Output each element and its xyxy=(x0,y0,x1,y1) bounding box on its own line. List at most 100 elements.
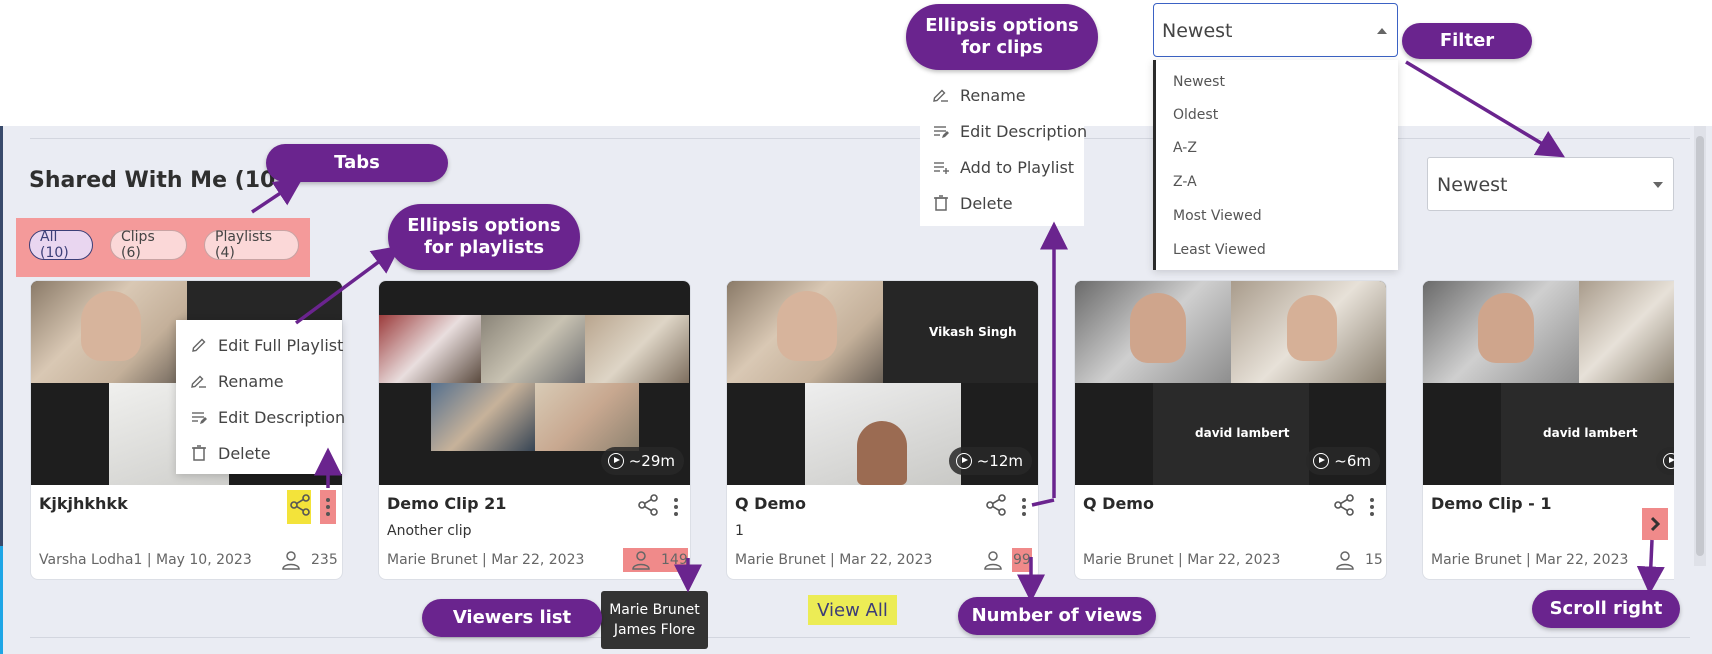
card-thumbnail[interactable]: Vikash Singh ~12m xyxy=(727,281,1038,485)
annotation-viewers-list: Viewers list xyxy=(422,599,602,637)
duration-badge: ~12m xyxy=(948,447,1032,475)
filter-select-open[interactable]: Newest xyxy=(1153,3,1398,57)
filter-options-list: Newest Oldest A-Z Z-A Most Viewed Least … xyxy=(1153,60,1398,270)
participant-name: Vikash Singh xyxy=(929,325,1017,339)
menu-add-to-playlist[interactable]: Add to Playlist xyxy=(932,150,1074,184)
add-to-playlist-icon xyxy=(934,162,949,174)
viewers-tooltip: Marie Brunet James Flore xyxy=(601,591,708,649)
participant-name: david lambert xyxy=(1195,426,1290,440)
filter-value: Newest xyxy=(1437,174,1508,196)
play-icon xyxy=(607,453,624,469)
filter-option-least-viewed[interactable]: Least Viewed xyxy=(1173,242,1266,258)
card-thumbnail[interactable]: david lambert xyxy=(1423,281,1674,485)
person-icon xyxy=(984,551,1002,570)
clip-ellipsis-menu: Rename Edit Description Add to Playlist … xyxy=(920,76,1087,226)
caret-down-icon xyxy=(1653,182,1663,188)
clip-card-4[interactable]: david lambert ~6m Q Demo Marie Brunet | … xyxy=(1074,280,1387,580)
filter-select[interactable]: Newest xyxy=(1427,157,1674,211)
left-edge-accent xyxy=(0,546,3,654)
tab-playlists[interactable]: Playlists (4) xyxy=(204,229,299,261)
annotation-tabs: Tabs xyxy=(266,144,448,182)
edit-description-icon xyxy=(192,412,207,424)
duration-badge: ~6m xyxy=(1306,447,1380,475)
card-author-date: Marie Brunet | Mar 22, 2023 xyxy=(387,552,585,568)
scroll-right-button[interactable] xyxy=(1642,508,1668,540)
playlist-ellipsis-menu: Edit Full Playlist Rename Edit Descripti… xyxy=(176,320,345,474)
rename-icon xyxy=(191,375,206,388)
card-author-date: Marie Brunet | Mar 22, 2023 xyxy=(1083,552,1281,568)
trash-icon xyxy=(192,445,206,461)
trash-icon xyxy=(934,195,948,211)
card-subtitle: Another clip xyxy=(387,523,472,539)
card-subtitle: 1 xyxy=(735,523,744,539)
annotation-scroll-right: Scroll right xyxy=(1532,590,1680,628)
annotation-filter: Filter xyxy=(1402,23,1532,59)
tab-all[interactable]: All (10) xyxy=(29,229,93,261)
menu-rename[interactable]: Rename xyxy=(932,78,1026,112)
views-number: 15 xyxy=(1365,552,1383,568)
tooltip-viewer-1: Marie Brunet xyxy=(609,602,700,618)
section-title: Shared With Me (10) xyxy=(29,168,286,193)
person-icon xyxy=(632,551,650,570)
play-icon xyxy=(955,453,972,469)
person-icon xyxy=(1336,551,1354,570)
views-count[interactable]: 235 xyxy=(281,548,338,572)
vertical-scrollbar[interactable] xyxy=(1694,126,1706,566)
menu-delete[interactable]: Delete xyxy=(932,186,1013,220)
filter-option-most-viewed[interactable]: Most Viewed xyxy=(1173,208,1262,224)
filter-option-a-z[interactable]: A-Z xyxy=(1173,140,1197,156)
menu-edit-full-playlist[interactable]: Edit Full Playlist xyxy=(190,328,343,362)
card-title: Demo Clip - 1 xyxy=(1431,494,1552,513)
share-icon[interactable] xyxy=(983,492,1009,518)
card-title: Kjkjhkhkk xyxy=(39,494,128,513)
views-count[interactable]: 15 xyxy=(1335,548,1383,572)
views-count[interactable]: 149 xyxy=(631,548,688,572)
share-icon[interactable] xyxy=(287,492,313,518)
filter-option-newest[interactable]: Newest xyxy=(1173,74,1225,90)
menu-edit-description[interactable]: Edit Description xyxy=(932,114,1087,148)
person-icon xyxy=(282,551,300,570)
tooltip-viewer-2: James Flore xyxy=(613,622,696,638)
menu-rename[interactable]: Rename xyxy=(190,364,284,398)
tab-clips[interactable]: Clips (6) xyxy=(110,229,187,261)
ellipsis-icon[interactable] xyxy=(1015,492,1033,522)
card-author-date: Marie Brunet | Mar 22, 2023 xyxy=(735,552,933,568)
ellipsis-icon[interactable] xyxy=(1363,492,1381,522)
views-number: 235 xyxy=(311,552,338,568)
card-title: Demo Clip 21 xyxy=(387,494,507,513)
share-icon[interactable] xyxy=(1331,492,1357,518)
card-thumbnail[interactable]: david lambert ~6m xyxy=(1075,281,1386,485)
participant-name: david lambert xyxy=(1543,426,1638,440)
ellipsis-icon[interactable] xyxy=(319,492,337,522)
top-area xyxy=(0,0,1712,126)
menu-edit-description[interactable]: Edit Description xyxy=(190,400,345,434)
filter-value: Newest xyxy=(1162,20,1233,42)
chevron-right-icon xyxy=(1650,516,1661,532)
views-count[interactable]: 99 xyxy=(983,548,1031,572)
edit-description-icon xyxy=(934,126,949,138)
play-icon xyxy=(1663,453,1674,469)
rename-icon xyxy=(933,89,948,102)
share-icon[interactable] xyxy=(635,492,661,518)
clip-card-3[interactable]: Vikash Singh ~12m Q Demo 1 Marie Brunet … xyxy=(726,280,1039,580)
pencil-icon xyxy=(192,338,206,352)
caret-up-icon xyxy=(1377,28,1387,34)
card-title: Q Demo xyxy=(735,494,806,513)
card-author-date: Varsha Lodha1 | May 10, 2023 xyxy=(39,552,252,568)
menu-delete[interactable]: Delete xyxy=(190,436,271,470)
ellipsis-icon[interactable] xyxy=(667,492,685,522)
clip-card-5[interactable]: david lambert Demo Clip - 1 Marie Brunet… xyxy=(1422,280,1674,580)
annotation-clip-ellipsis: Ellipsis options for clips xyxy=(906,4,1098,70)
left-edge xyxy=(0,126,3,546)
card-title: Q Demo xyxy=(1083,494,1154,513)
divider-top xyxy=(30,138,1690,139)
view-all-link[interactable]: View All xyxy=(808,595,897,625)
filter-option-oldest[interactable]: Oldest xyxy=(1173,107,1218,123)
views-number: 99 xyxy=(1013,552,1031,568)
play-icon xyxy=(1313,453,1330,469)
divider-bottom xyxy=(30,637,1690,638)
card-thumbnail[interactable]: ~29m xyxy=(379,281,690,485)
views-number: 149 xyxy=(661,552,688,568)
filter-option-z-a[interactable]: Z-A xyxy=(1173,174,1197,190)
clip-card-2[interactable]: ~29m Demo Clip 21 Another clip Marie Bru… xyxy=(378,280,691,580)
